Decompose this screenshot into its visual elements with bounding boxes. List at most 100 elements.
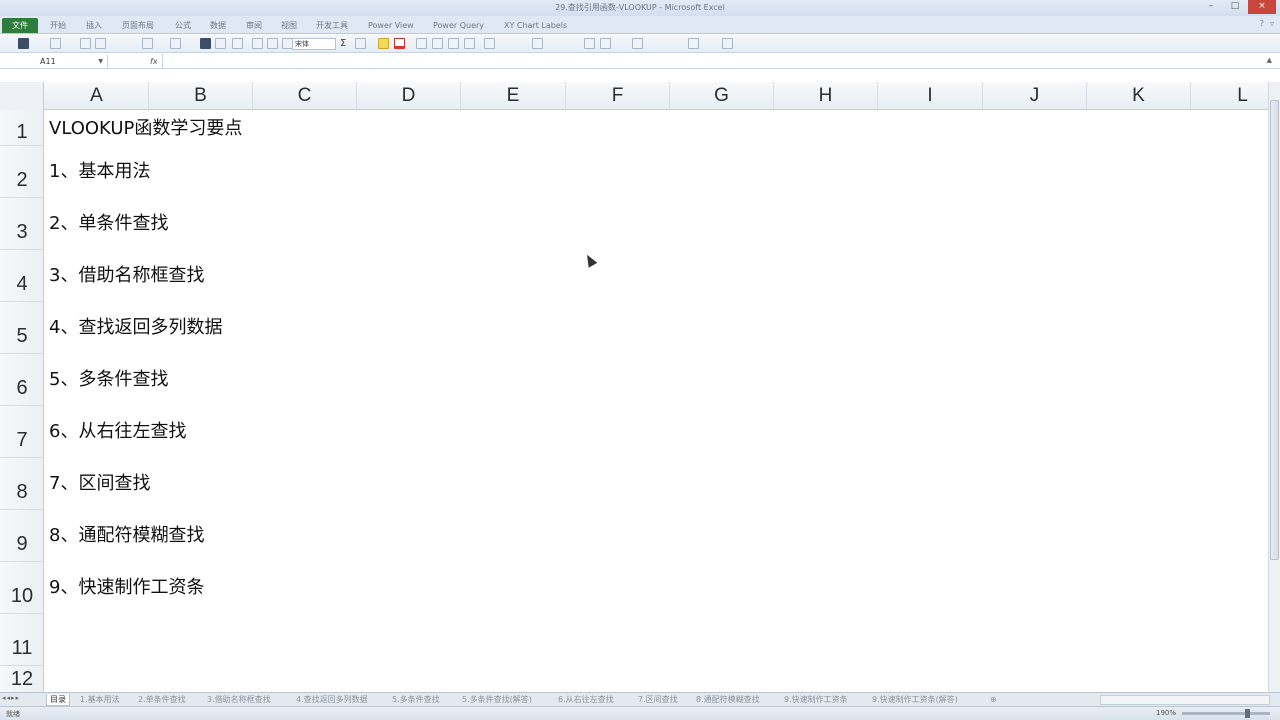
filter-icon[interactable] xyxy=(484,38,495,49)
new-sheet-icon[interactable]: ⊕ xyxy=(990,694,997,706)
close-button[interactable]: × xyxy=(1248,0,1276,14)
row-header-4[interactable]: 4 xyxy=(0,250,43,302)
cell-a5[interactable]: 4、查找返回多列数据 xyxy=(49,313,222,339)
column-header-f[interactable]: F xyxy=(566,82,670,110)
column-header-k[interactable]: K xyxy=(1087,82,1191,110)
fill-series-icon[interactable] xyxy=(355,38,366,49)
cell-a10[interactable]: 9、快速制作工资条 xyxy=(49,573,204,599)
row-header-9[interactable]: 9 xyxy=(0,510,43,562)
name-box[interactable]: A11 ▼ xyxy=(0,55,108,68)
column-header-j[interactable]: J xyxy=(983,82,1087,110)
sheet-tab-toc[interactable]: 目录 xyxy=(46,694,70,706)
tab-view[interactable]: 视图 xyxy=(281,18,297,33)
column-header-a[interactable]: A xyxy=(45,82,149,110)
cell-a9[interactable]: 8、通配符模糊查找 xyxy=(49,521,204,547)
italic-icon[interactable] xyxy=(142,38,153,49)
row-header-10[interactable]: 10 xyxy=(0,562,43,614)
bold-format-icon[interactable] xyxy=(416,38,427,49)
font-color-icon[interactable] xyxy=(394,38,405,49)
align-center-icon[interactable] xyxy=(267,38,278,49)
column-header-h[interactable]: H xyxy=(774,82,878,110)
row-header-2[interactable]: 2 xyxy=(0,146,43,198)
tab-power-view[interactable]: Power View xyxy=(368,18,414,33)
sheet-tab-4[interactable]: 4.查找返回多列数据 xyxy=(296,694,368,706)
font-name-box[interactable]: 宋体 xyxy=(292,38,336,50)
row-header-1[interactable]: 1 xyxy=(0,110,43,146)
column-header-d[interactable]: D xyxy=(357,82,461,110)
tab-data[interactable]: 数据 xyxy=(210,18,226,33)
column-header-c[interactable]: C xyxy=(253,82,357,110)
row-header-12[interactable]: 12 xyxy=(0,666,43,692)
arrow-down-icon[interactable] xyxy=(600,38,611,49)
cell-a1[interactable]: VLOOKUP函数学习要点 xyxy=(49,114,242,140)
sheet-tab-9-answer[interactable]: 9.快速制作工资条(解答) xyxy=(872,694,958,706)
sheet-tab-2[interactable]: 2.单条件查找 xyxy=(138,694,186,706)
sheet-tab-8[interactable]: 8.通配符模糊查找 xyxy=(696,694,760,706)
tab-power-query[interactable]: Power Query xyxy=(433,18,484,33)
zoom-level[interactable]: 190% xyxy=(1156,709,1176,717)
checkbox-icon[interactable] xyxy=(632,38,643,49)
arrow-right-icon[interactable] xyxy=(584,38,595,49)
column-header-l[interactable]: L xyxy=(1191,82,1280,110)
zoom-slider-handle[interactable] xyxy=(1245,709,1250,718)
chevron-down-icon[interactable]: ▼ xyxy=(98,55,103,68)
font-size-icon[interactable] xyxy=(170,38,181,49)
select-all-corner[interactable] xyxy=(0,82,44,110)
cell-a6[interactable]: 5、多条件查找 xyxy=(49,365,168,391)
cell-grid[interactable]: VLOOKUP函数学习要点 1、基本用法 2、单条件查找 3、借助名称框查找 4… xyxy=(45,110,1268,692)
tab-insert[interactable]: 插入 xyxy=(86,18,102,33)
row-header-11[interactable]: 11 xyxy=(0,614,43,666)
help-icon[interactable]: ? xyxy=(1260,19,1264,28)
wrap-icon[interactable] xyxy=(232,38,243,49)
border-icon[interactable] xyxy=(200,38,211,49)
sheet-tab-9[interactable]: 9.快速制作工资条 xyxy=(784,694,848,706)
cell-a4[interactable]: 3、借助名称框查找 xyxy=(49,261,204,287)
sheet-tab-6[interactable]: 6.从右往左查找 xyxy=(558,694,614,706)
outdent-icon[interactable] xyxy=(448,38,459,49)
ribbon-minimize-icon[interactable]: ▿ xyxy=(1270,19,1274,28)
format-painter-icon[interactable] xyxy=(50,38,61,49)
cell-a2[interactable]: 1、基本用法 xyxy=(49,157,150,183)
table-icon[interactable] xyxy=(688,38,699,49)
redo-icon[interactable] xyxy=(95,38,106,49)
fill-color-icon[interactable] xyxy=(378,38,389,49)
zoom-slider[interactable] xyxy=(1182,712,1270,715)
vertical-scroll-thumb[interactable] xyxy=(1270,100,1279,560)
autosum-icon[interactable]: Σ xyxy=(340,38,351,49)
sheet-tab-3[interactable]: 3.借助名称框查找 xyxy=(207,694,271,706)
column-header-b[interactable]: B xyxy=(149,82,253,110)
column-header-e[interactable]: E xyxy=(461,82,566,110)
tab-home[interactable]: 开始 xyxy=(50,18,66,33)
cell-a7[interactable]: 6、从右往左查找 xyxy=(49,417,186,443)
sheet-tab-5-answer[interactable]: 5.多条件查找(解答) xyxy=(462,694,532,706)
tab-xy-chart-labels[interactable]: XY Chart Labels xyxy=(504,18,567,33)
sheet-tab-1[interactable]: 1.基本用法 xyxy=(80,694,120,706)
tab-page-layout[interactable]: 页面布局 xyxy=(122,18,154,33)
check-icon[interactable] xyxy=(532,38,543,49)
row-header-6[interactable]: 6 xyxy=(0,354,43,406)
column-header-i[interactable]: I xyxy=(878,82,983,110)
more-icon[interactable] xyxy=(722,38,733,49)
sheet-nav-arrows-icon[interactable]: ◂◂▸▸ xyxy=(2,694,20,702)
tab-file[interactable]: 文件 xyxy=(2,18,38,33)
row-header-8[interactable]: 8 xyxy=(0,458,43,510)
align-left-icon[interactable] xyxy=(252,38,263,49)
column-header-g[interactable]: G xyxy=(670,82,774,110)
fx-icon[interactable]: fx xyxy=(150,55,158,68)
sort-icon[interactable] xyxy=(464,38,475,49)
tab-review[interactable]: 审阅 xyxy=(246,18,262,33)
undo-icon[interactable] xyxy=(80,38,91,49)
vertical-scrollbar[interactable] xyxy=(1268,82,1280,692)
minimize-button[interactable]: – xyxy=(1200,0,1222,14)
row-header-5[interactable]: 5 xyxy=(0,302,43,354)
row-header-3[interactable]: 3 xyxy=(0,198,43,250)
layout-icon[interactable] xyxy=(18,38,29,49)
formula-expand-icon[interactable]: ▲ xyxy=(1267,56,1272,64)
cell-a3[interactable]: 2、单条件查找 xyxy=(49,209,168,235)
tab-formulas[interactable]: 公式 xyxy=(175,18,191,33)
sheet-tab-5[interactable]: 5.多条件查找 xyxy=(392,694,440,706)
indent-icon[interactable] xyxy=(432,38,443,49)
horizontal-scrollbar[interactable] xyxy=(1100,695,1270,705)
cell-a8[interactable]: 7、区间查找 xyxy=(49,469,150,495)
tab-developer[interactable]: 开发工具 xyxy=(316,18,348,33)
